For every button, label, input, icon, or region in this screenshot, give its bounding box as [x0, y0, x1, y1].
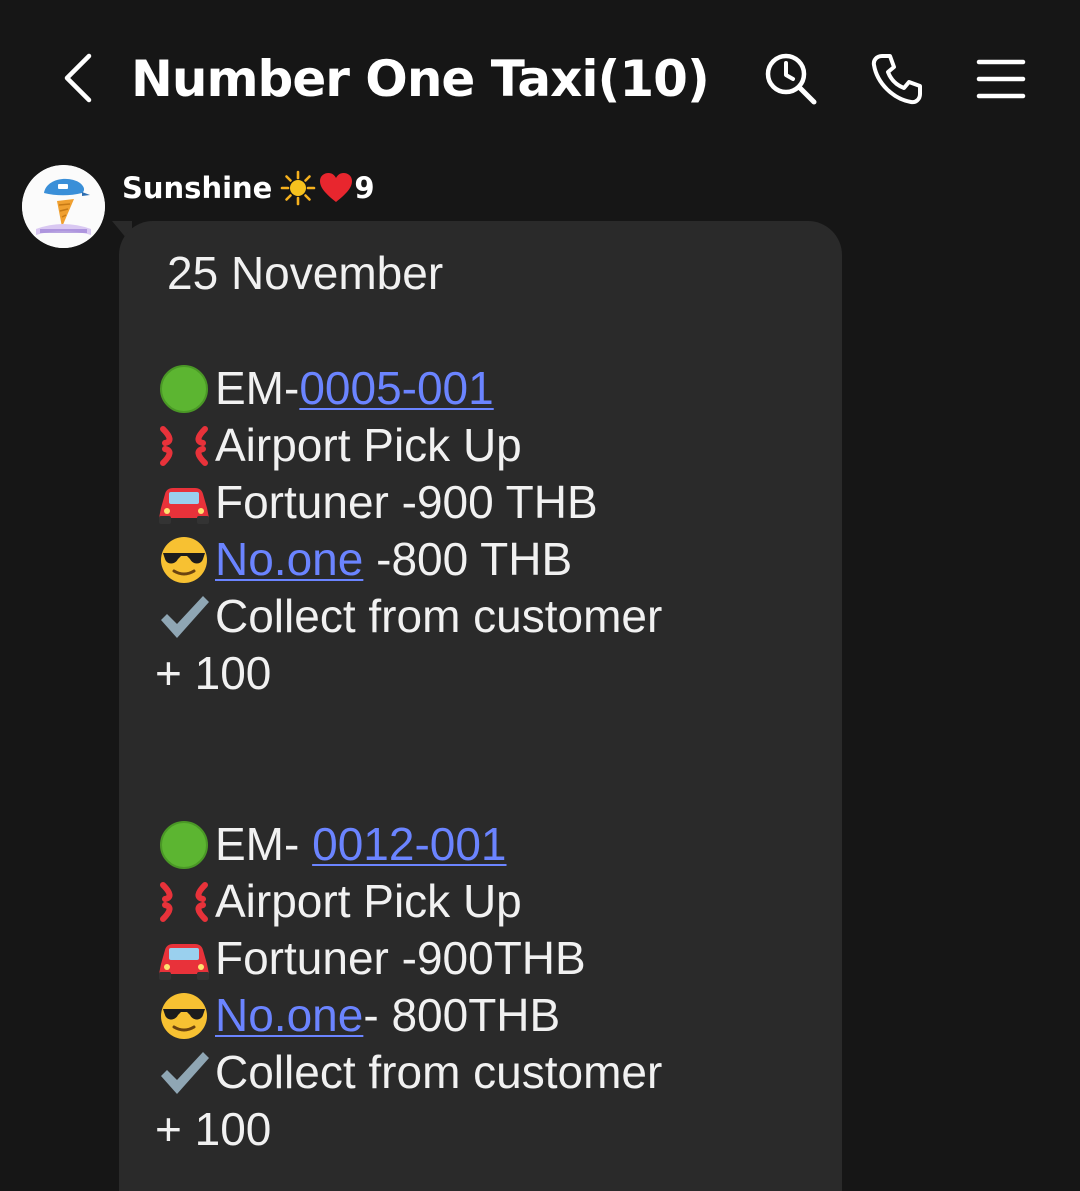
- anger-symbol-icon: [160, 881, 208, 922]
- entry-2-service: Airport Pick Up: [155, 873, 522, 930]
- heart-icon: [320, 173, 353, 202]
- anger-symbol-icon: [160, 425, 208, 466]
- sun-icon: [281, 170, 316, 206]
- entry-2-driver-rest: - 800THB: [363, 989, 561, 1041]
- entry-2-code-link[interactable]: 0012-001: [312, 816, 506, 873]
- entry-2-collect-text: Collect from customer: [215, 1046, 663, 1098]
- check-mark-icon: [161, 1051, 209, 1094]
- entry-1-code-link[interactable]: 0005-001: [299, 360, 493, 417]
- sender-suffix: 9: [354, 171, 375, 205]
- sunglasses-face-icon: [161, 992, 207, 1039]
- car-icon: [159, 487, 209, 524]
- chat-screen: Number One Taxi(10) Sunshine 9 25 Novemb…: [0, 0, 1080, 1191]
- entry-2-code: EM- 0012-001: [155, 816, 507, 873]
- check-mark-icon: [161, 595, 209, 638]
- green-circle-icon: [160, 820, 208, 869]
- phone-icon: [871, 54, 922, 105]
- entry-1-service: Airport Pick Up: [155, 417, 522, 474]
- entry-2-amount: + 100: [155, 1101, 271, 1158]
- date-text: 25 November: [167, 247, 444, 299]
- entry-1-code: EM- 0005-001: [155, 360, 494, 417]
- entry-1-amount-text: + 100: [155, 647, 272, 699]
- entry-1-driver-link[interactable]: No.one: [215, 531, 363, 588]
- chat-header: Number One Taxi(10): [0, 0, 1080, 150]
- sender-name-row: Sunshine 9: [122, 166, 375, 210]
- entry-2-car: Fortuner -900THB: [155, 930, 586, 987]
- entry-2-amount-text: + 100: [155, 1103, 272, 1155]
- entry-2-code-prefix: EM-: [215, 818, 313, 870]
- entry-1-driver-rest: -800 THB: [363, 533, 573, 585]
- call-button[interactable]: [862, 44, 932, 114]
- entry-2-driver: No.one - 800THB: [155, 987, 560, 1044]
- entry-1-car: Fortuner -900 THB: [155, 474, 598, 531]
- entry-1-driver: No.one -800 THB: [155, 531, 572, 588]
- entry-1-car-text: Fortuner -900 THB: [215, 476, 598, 528]
- entry-1-collect-text: Collect from customer: [215, 590, 663, 642]
- menu-button[interactable]: [966, 44, 1036, 114]
- entry-1-service-text: Airport Pick Up: [215, 419, 522, 471]
- sender-name: Sunshine: [122, 171, 273, 205]
- entry-1-collect: Collect from customer: [155, 588, 662, 645]
- ice-cream-avatar-icon: [22, 165, 105, 248]
- car-icon: [159, 943, 209, 980]
- entry-2-car-text: Fortuner -900THB: [215, 932, 586, 984]
- chat-title: Number One Taxi(10): [131, 50, 710, 108]
- chevron-left-icon: [64, 53, 92, 103]
- sunglasses-face-icon: [161, 536, 207, 583]
- sender-avatar[interactable]: [22, 165, 105, 248]
- entry-2-collect: Collect from customer: [155, 1044, 662, 1101]
- entry-1-code-prefix: EM-: [215, 362, 300, 414]
- green-circle-icon: [160, 364, 208, 413]
- search-icon: [765, 53, 817, 105]
- message-date: 25 November: [167, 245, 443, 302]
- back-button[interactable]: [44, 40, 114, 116]
- entry-2-driver-link[interactable]: No.one: [215, 987, 363, 1044]
- hamburger-menu-icon: [976, 59, 1026, 99]
- entry-2-service-text: Airport Pick Up: [215, 875, 522, 927]
- search-button[interactable]: [756, 44, 826, 114]
- entry-1-amount: + 100: [155, 645, 271, 702]
